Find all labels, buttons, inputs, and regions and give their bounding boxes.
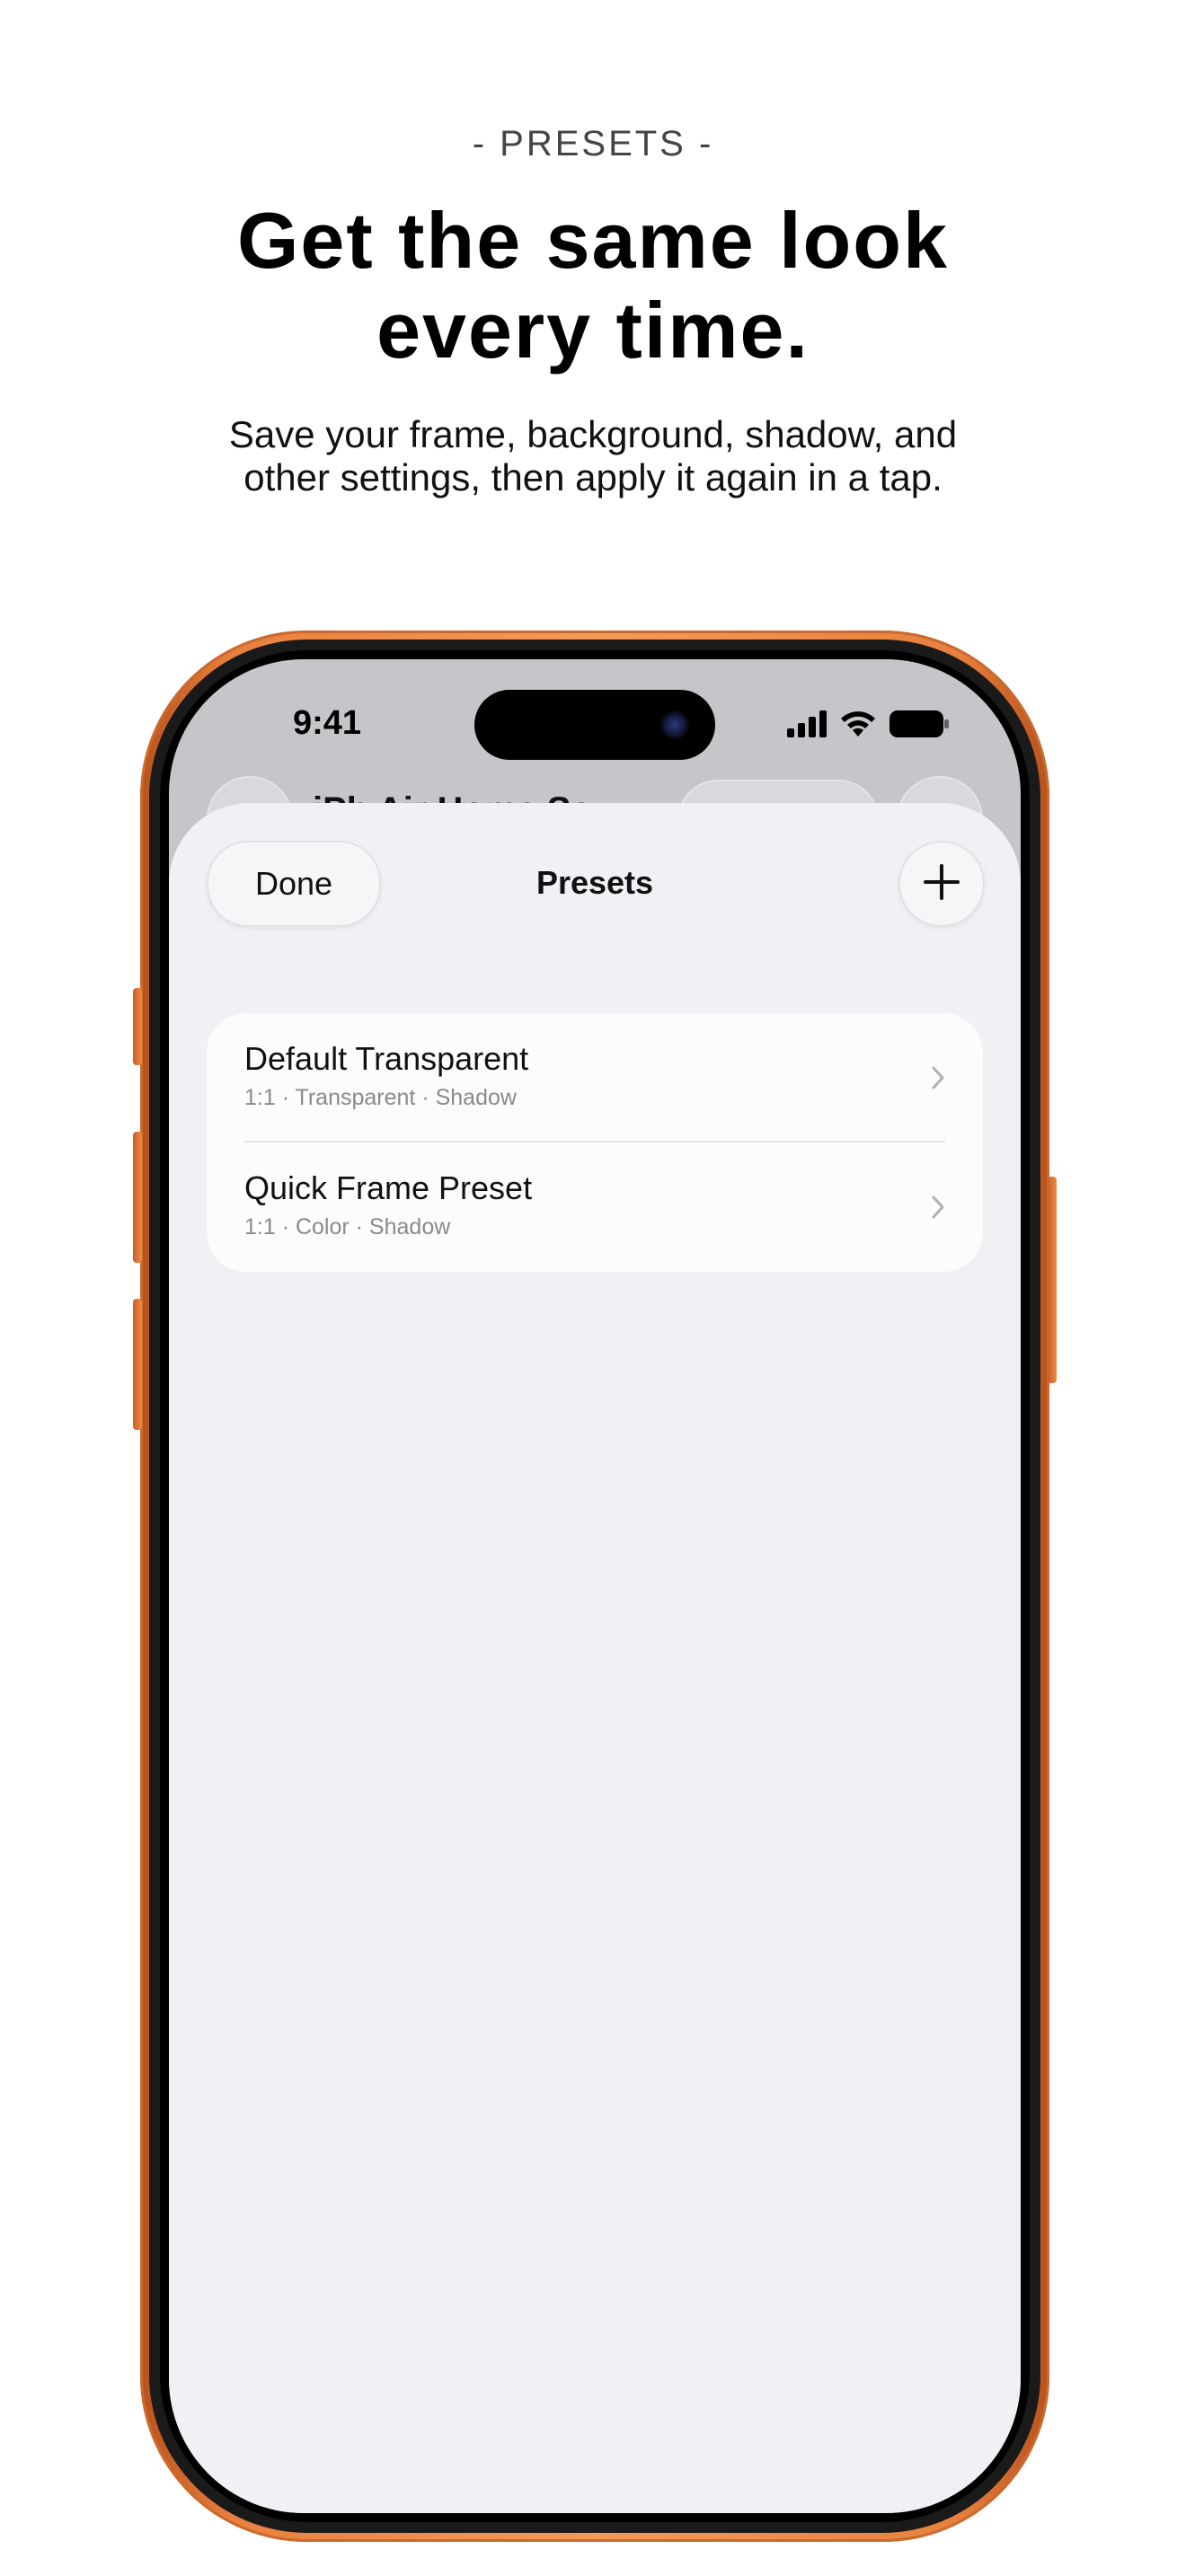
side-button — [1048, 1177, 1057, 1383]
plus-icon — [922, 862, 961, 906]
headline: Get the same look every time. — [144, 196, 1042, 375]
chevron-right-icon — [931, 1065, 945, 1095]
headline-line-2: every time. — [376, 286, 810, 375]
action-button — [133, 988, 142, 1065]
dynamic-island — [474, 690, 715, 760]
volume-up-button — [133, 1132, 142, 1263]
front-camera-icon — [659, 710, 690, 740]
preset-list: Default Transparent 1:1 · Transparent · … — [207, 1013, 983, 1272]
preset-row-quick-frame[interactable]: Quick Frame Preset 1:1 · Color · Shadow — [207, 1142, 983, 1272]
presets-sheet: Done Presets Default Transparent 1:1 · T… — [169, 803, 1021, 2513]
section-eyebrow: - PRESETS - — [472, 124, 714, 163]
phone-screen: 9:41 iPh Air Home — [169, 659, 1021, 2513]
status-time: 9:41 — [293, 704, 362, 742]
status-icons — [787, 710, 949, 743]
volume-down-button — [133, 1299, 142, 1430]
subheadline: Save your frame, background, shadow, and… — [228, 413, 958, 498]
add-preset-button[interactable] — [898, 841, 985, 927]
wifi-icon — [839, 710, 877, 743]
chevron-right-icon — [931, 1195, 945, 1224]
cellular-signal-icon — [787, 710, 827, 742]
headline-line-1: Get the same look — [236, 196, 949, 285]
preset-name: Quick Frame Preset — [244, 1169, 533, 1206]
sheet-title: Presets — [535, 864, 654, 901]
preset-details: 1:1 · Transparent · Shadow — [244, 1085, 517, 1110]
preset-row-default-transparent[interactable]: Default Transparent 1:1 · Transparent · … — [207, 1013, 983, 1142]
preset-details: 1:1 · Color · Shadow — [244, 1214, 451, 1239]
battery-icon — [890, 710, 949, 742]
preset-name: Default Transparent — [244, 1040, 529, 1077]
